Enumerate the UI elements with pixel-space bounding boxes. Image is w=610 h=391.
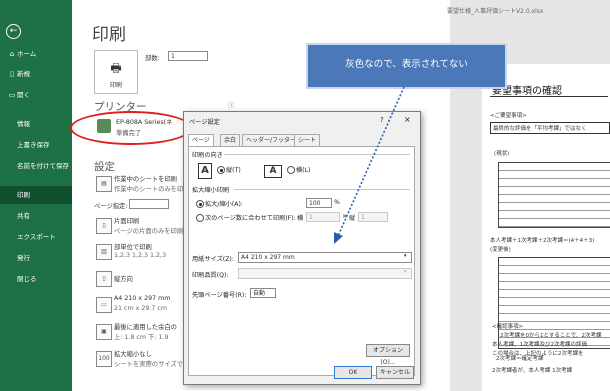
annotation-arrow (334, 86, 405, 244)
